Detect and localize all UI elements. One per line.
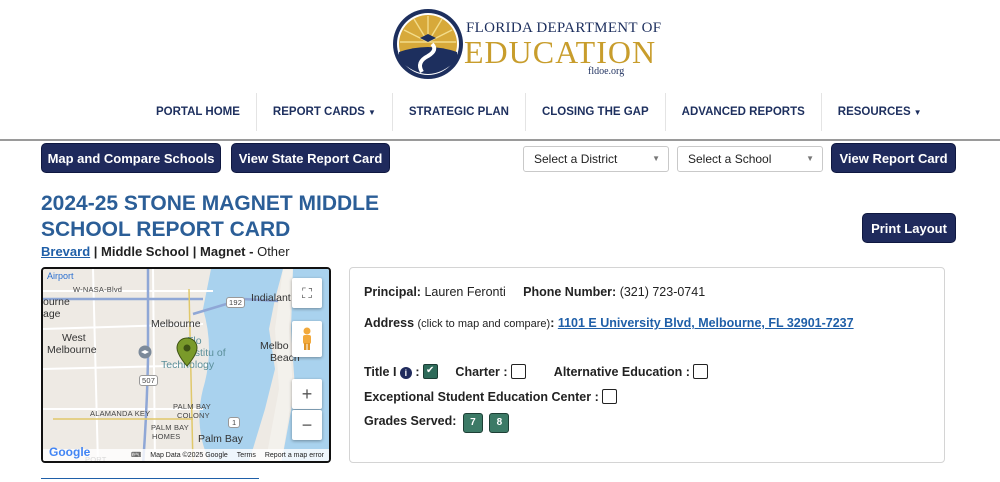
map-marker-icon[interactable] — [176, 337, 198, 367]
map-label: West — [62, 332, 86, 344]
main-nav: PORTAL HOME REPORT CARDS ▼ STRATEGIC PLAN… — [140, 93, 938, 131]
map-data-credit: Map Data ©2025 Google — [150, 451, 228, 459]
nav-resources[interactable]: RESOURCES ▼ — [822, 93, 938, 131]
street-view-pegman-icon[interactable] — [292, 321, 322, 357]
school-poi-icon — [138, 345, 152, 359]
map-label: Melbourne — [151, 318, 201, 330]
map-label: ALAMANDA KEY — [90, 409, 151, 418]
district-link[interactable]: Brevard — [41, 244, 90, 259]
school-map[interactable]: Airport W-NASA-Blvd ourne age Melbourne … — [41, 267, 331, 463]
road-shield: 507 — [139, 375, 159, 386]
caret-down-icon: ▼ — [913, 107, 922, 117]
map-label: Melbo — [260, 340, 289, 352]
map-compare-button[interactable]: Map and Compare Schools — [41, 143, 221, 173]
road-shield: 192 — [226, 297, 246, 308]
page-title: 2024-25 STONE MAGNET MIDDLE SCHOOL REPOR… — [41, 192, 380, 241]
fullscreen-icon[interactable]: ⛶ — [292, 278, 322, 308]
address-row: Address (click to map and compare): 1101… — [364, 316, 854, 330]
grades-label: Grades Served: — [364, 414, 457, 428]
charter-checkbox — [511, 364, 526, 379]
district-select-value: Select a District — [534, 152, 618, 166]
caret-down-icon: ▼ — [367, 107, 376, 117]
school-type: Magnet — [200, 244, 246, 259]
address-label: Address — [364, 316, 415, 330]
principal-name: Lauren Feronti — [424, 285, 506, 299]
meta-separator: | — [189, 244, 201, 259]
map-label: Melbourne — [47, 344, 97, 356]
alt-education-checkbox — [693, 364, 709, 379]
zoom-out-button[interactable]: − — [292, 410, 322, 440]
logo-url: fldoe.org — [588, 66, 625, 77]
ese-label: Exceptional Student Education Center : — [364, 390, 599, 404]
principal-row: Principal: Lauren Feronti Phone Number: … — [364, 285, 705, 299]
grade-badge: 7 — [462, 413, 483, 433]
map-label: W-NASA-Blvd — [73, 285, 123, 294]
map-label: age — [43, 308, 61, 320]
chevron-down-icon: ▼ — [652, 154, 660, 163]
nav-label: STRATEGIC PLAN — [408, 106, 509, 118]
seal-icon — [393, 9, 463, 79]
map-label: ourne — [43, 296, 70, 308]
map-terms-link[interactable]: Terms — [237, 452, 256, 459]
nav-label: PORTAL HOME — [156, 106, 240, 118]
fldoe-logo[interactable]: FLORIDA DEPARTMENT OF EDUCATION fldoe.or… — [392, 8, 661, 82]
info-icon[interactable]: i — [399, 367, 412, 379]
nav-strategic-plan[interactable]: STRATEGIC PLAN — [393, 93, 526, 131]
phone-number: (321) 723-0741 — [619, 285, 706, 299]
address-hint: (click to map and compare) — [417, 318, 551, 330]
alt-education-label: Alternative Education : — [553, 365, 690, 379]
ese-row: Exceptional Student Education Center : — [364, 389, 618, 404]
nav-label: RESOURCES — [837, 106, 911, 118]
keyboard-icon[interactable]: ⌨ — [131, 451, 141, 459]
nav-portal-home[interactable]: PORTAL HOME — [140, 93, 257, 131]
ese-checkbox — [602, 389, 618, 404]
title1-checkbox — [423, 364, 439, 379]
header-divider — [0, 139, 1000, 141]
view-state-report-button[interactable]: View State Report Card — [231, 143, 390, 173]
google-logo: Google — [49, 445, 90, 459]
address-link[interactable]: 1101 E University Blvd, Melbourne, FL 32… — [558, 316, 854, 330]
map-label: PALM BAY — [173, 402, 212, 411]
view-report-card-button[interactable]: View Report Card — [831, 143, 956, 173]
address-colon: : — [550, 316, 555, 330]
google-logo-text: Google — [49, 445, 91, 459]
map-label: PALM BAY — [151, 423, 190, 432]
nav-label: ADVANCED REPORTS — [681, 106, 805, 118]
school-meta: Brevard | Middle School | Magnet - Other — [41, 244, 290, 259]
report-map-error-link[interactable]: Report a map error — [265, 452, 324, 459]
chevron-down-icon: ▼ — [806, 154, 814, 163]
nav-label: CLOSING THE GAP — [541, 106, 649, 118]
grades-row: Grades Served: 7 8 — [364, 413, 510, 433]
nav-closing-the-gap[interactable]: CLOSING THE GAP — [526, 93, 666, 131]
school-info-card: Principal: Lauren Feronti Phone Number: … — [349, 267, 945, 463]
nav-label: REPORT CARDS — [272, 106, 365, 118]
grade-badge: 8 — [489, 413, 510, 433]
meta-separator: | — [90, 244, 102, 259]
print-layout-button[interactable]: Print Layout — [862, 213, 956, 243]
school-level: Middle School — [101, 244, 190, 259]
meta-dash: - — [245, 244, 258, 259]
phone-label: Phone Number: — [523, 285, 617, 299]
principal-label: Principal: — [364, 285, 421, 299]
school-select-value: Select a School — [688, 152, 772, 166]
logo-line2: EDUCATION — [464, 34, 657, 70]
map-label: HOMES — [152, 432, 181, 441]
school-other: Other — [257, 244, 290, 259]
district-select[interactable]: Select a District ▼ — [523, 146, 669, 172]
title1-colon: : — [415, 365, 420, 379]
charter-label: Charter : — [455, 365, 508, 379]
nav-advanced-reports[interactable]: ADVANCED REPORTS — [666, 93, 822, 131]
road-shield: 1 — [228, 417, 241, 428]
title1-label: Title I — [364, 365, 397, 379]
zoom-in-button[interactable]: + — [292, 379, 322, 409]
nav-report-cards[interactable]: REPORT CARDS ▼ — [257, 93, 393, 131]
map-label: Airport — [47, 271, 74, 281]
school-select[interactable]: Select a School ▼ — [677, 146, 823, 172]
tab-underline — [41, 478, 259, 479]
designations-row: Title I i : Charter : Alternative Educat… — [364, 364, 709, 379]
map-label: Palm Bay — [198, 433, 243, 445]
map-label: COLONY — [177, 411, 210, 420]
map-label: Indialant — [251, 292, 291, 304]
